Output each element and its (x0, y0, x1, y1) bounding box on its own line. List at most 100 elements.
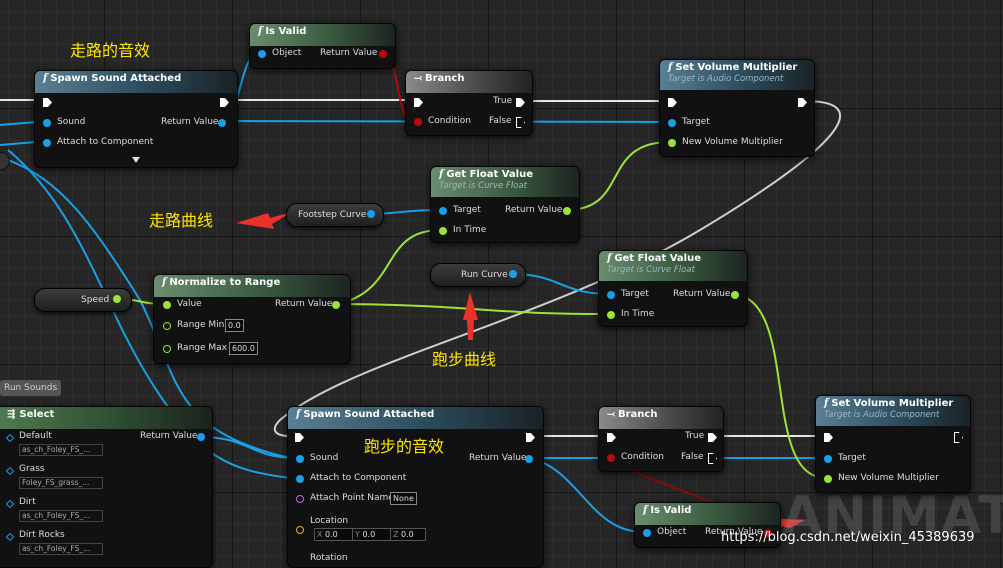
node-header: f Set Volume Multiplier Target is Audio Co… (660, 60, 814, 90)
attach-point-name-pin[interactable] (296, 495, 304, 503)
pin-label-sound: Sound (57, 117, 86, 127)
variable-output-pin[interactable] (113, 295, 121, 303)
new-volume-multiplier-pin[interactable] (824, 475, 832, 483)
target-pin[interactable] (668, 119, 676, 127)
pin-label-false: False (681, 452, 704, 462)
return-value-pin[interactable] (525, 455, 533, 463)
attach-to-component-pin[interactable] (43, 139, 51, 147)
exec-in-pin[interactable] (414, 98, 423, 107)
true-exec-pin[interactable] (708, 433, 717, 442)
condition-pin[interactable] (607, 454, 615, 462)
exec-in-pin[interactable] (43, 98, 52, 107)
option-asset-dropdown[interactable]: as_ch_Foley_FS_... (19, 510, 103, 522)
new-volume-multiplier-pin[interactable] (668, 139, 676, 147)
annotation-walk-curve: 走路曲线 (149, 211, 214, 230)
node-spawn-sound-attached-2[interactable]: f Spawn Sound Attached Sound Return Value… (287, 406, 544, 568)
function-icon: f (668, 62, 673, 73)
node-set-volume-multiplier-2[interactable]: f Set Volume Multiplier Target is Audio Co… (815, 395, 971, 493)
expand-chevron-icon[interactable] (132, 157, 140, 163)
option-asset-dropdown[interactable]: as_ch_Foley_FS_... (19, 444, 103, 456)
variable-run-curve[interactable]: Run Curve (430, 263, 526, 287)
range-max-pin[interactable] (163, 345, 171, 353)
pin-label-return: Return Value (673, 289, 731, 299)
exec-in-pin[interactable] (607, 433, 616, 442)
location-z-input[interactable]: Z 0.0 (390, 528, 426, 541)
in-time-pin[interactable] (439, 227, 447, 235)
variable-footstep-curve[interactable]: Footstep Curve (286, 203, 384, 227)
node-select[interactable]: ⇶ Select Return Value Default as_ch_Foley… (0, 406, 213, 568)
node-is-valid-1[interactable]: f Is Valid Object Return Value (249, 23, 396, 69)
pin-label-target: Target (453, 205, 481, 215)
object-wire (0, 121, 37, 126)
variable-output-pin[interactable] (509, 270, 517, 278)
option-label: Default (19, 431, 52, 441)
value-pin[interactable] (163, 301, 171, 309)
false-exec-pin[interactable] (516, 117, 525, 128)
node-title: Is Valid (650, 505, 692, 516)
arrow-walk-curve (236, 212, 292, 229)
in-time-pin[interactable] (607, 311, 615, 319)
option-pin[interactable] (5, 532, 15, 542)
exec-in-pin[interactable] (824, 433, 833, 442)
option-pin[interactable] (5, 466, 15, 476)
exec-in-pin[interactable] (295, 433, 304, 442)
range-min-pin[interactable] (163, 322, 171, 330)
return-value-pin[interactable] (563, 207, 571, 215)
location-pin[interactable] (296, 526, 304, 534)
option-asset-dropdown[interactable]: as_ch_Foley_FS_... (19, 543, 103, 555)
node-get-float-value-2[interactable]: f Get Float Value Target is Curve Float Ta… (598, 250, 748, 327)
exec-out-pin[interactable] (798, 98, 807, 107)
node-normalize-to-range[interactable]: f Normalize to Range Value Return Value R… (153, 274, 351, 364)
node-header: f Get Float Value Target is Curve Float (431, 167, 579, 197)
pin-label-attach: Attach to Component (57, 137, 154, 147)
location-x-input[interactable]: X 0.0 (314, 528, 354, 541)
node-subtitle: Target is Curve Float (439, 181, 527, 191)
object-pin[interactable] (258, 50, 266, 58)
node-title: Branch (425, 73, 465, 84)
location-z-value: 0.0 (401, 530, 414, 539)
exec-out-pin[interactable] (954, 432, 963, 443)
watermark-url: https://blog.csdn.net/weixin_45389639 (721, 530, 975, 545)
return-value-pin[interactable] (218, 119, 226, 127)
comment-tab-run-sounds[interactable]: Run Sounds (0, 380, 62, 396)
true-exec-pin[interactable] (516, 98, 525, 107)
attach-to-component-pin[interactable] (296, 475, 304, 483)
node-header: f Normalize to Range (154, 275, 350, 297)
target-pin[interactable] (607, 291, 615, 299)
exec-out-pin[interactable] (526, 433, 535, 442)
attach-point-name-input[interactable]: None (390, 492, 417, 505)
variable-speed[interactable]: Speed (34, 288, 132, 312)
target-pin[interactable] (439, 207, 447, 215)
sound-pin[interactable] (296, 455, 304, 463)
target-pin[interactable] (824, 455, 832, 463)
range-min-input[interactable]: 0.0 (225, 319, 244, 332)
option-asset-dropdown[interactable]: Foley_FS_grass_... (19, 477, 103, 489)
function-icon: f (258, 26, 263, 37)
return-value-pin[interactable] (379, 50, 387, 58)
node-get-float-value-1[interactable]: f Get Float Value Target is Curve Float Ta… (430, 166, 580, 243)
exec-out-pin[interactable] (220, 98, 229, 107)
option-pin[interactable] (5, 499, 15, 509)
function-icon: f (439, 169, 444, 180)
return-value-pin[interactable] (731, 291, 739, 299)
range-max-input[interactable]: 600.0 (229, 342, 258, 355)
location-y-input[interactable]: Y 0.0 (352, 528, 392, 541)
return-value-pin[interactable] (332, 301, 340, 309)
node-branch-2[interactable]: ⤙ Branch True Condition False (598, 406, 724, 472)
pin-label-condition: Condition (621, 452, 664, 462)
object-pin[interactable] (643, 529, 651, 537)
node-branch-1[interactable]: ⤙ Branch True Condition False (405, 70, 533, 136)
exec-in-pin[interactable] (668, 98, 677, 107)
condition-pin[interactable] (414, 118, 422, 126)
option-pin[interactable] (5, 433, 15, 443)
arrow-run-curve (463, 292, 478, 340)
pin-label-sound: Sound (310, 453, 339, 463)
false-exec-pin[interactable] (708, 453, 717, 464)
node-spawn-sound-attached-1[interactable]: f Spawn Sound Attached Sound Return Value… (34, 70, 238, 168)
sound-pin[interactable] (43, 119, 51, 127)
node-title: Get Float Value (614, 253, 701, 264)
return-value-pin[interactable] (197, 433, 205, 441)
node-set-volume-multiplier-1[interactable]: f Set Volume Multiplier Target is Audio Co… (659, 59, 815, 157)
variable-output-pin[interactable] (367, 210, 375, 218)
node-header: f Is Valid (635, 503, 780, 525)
